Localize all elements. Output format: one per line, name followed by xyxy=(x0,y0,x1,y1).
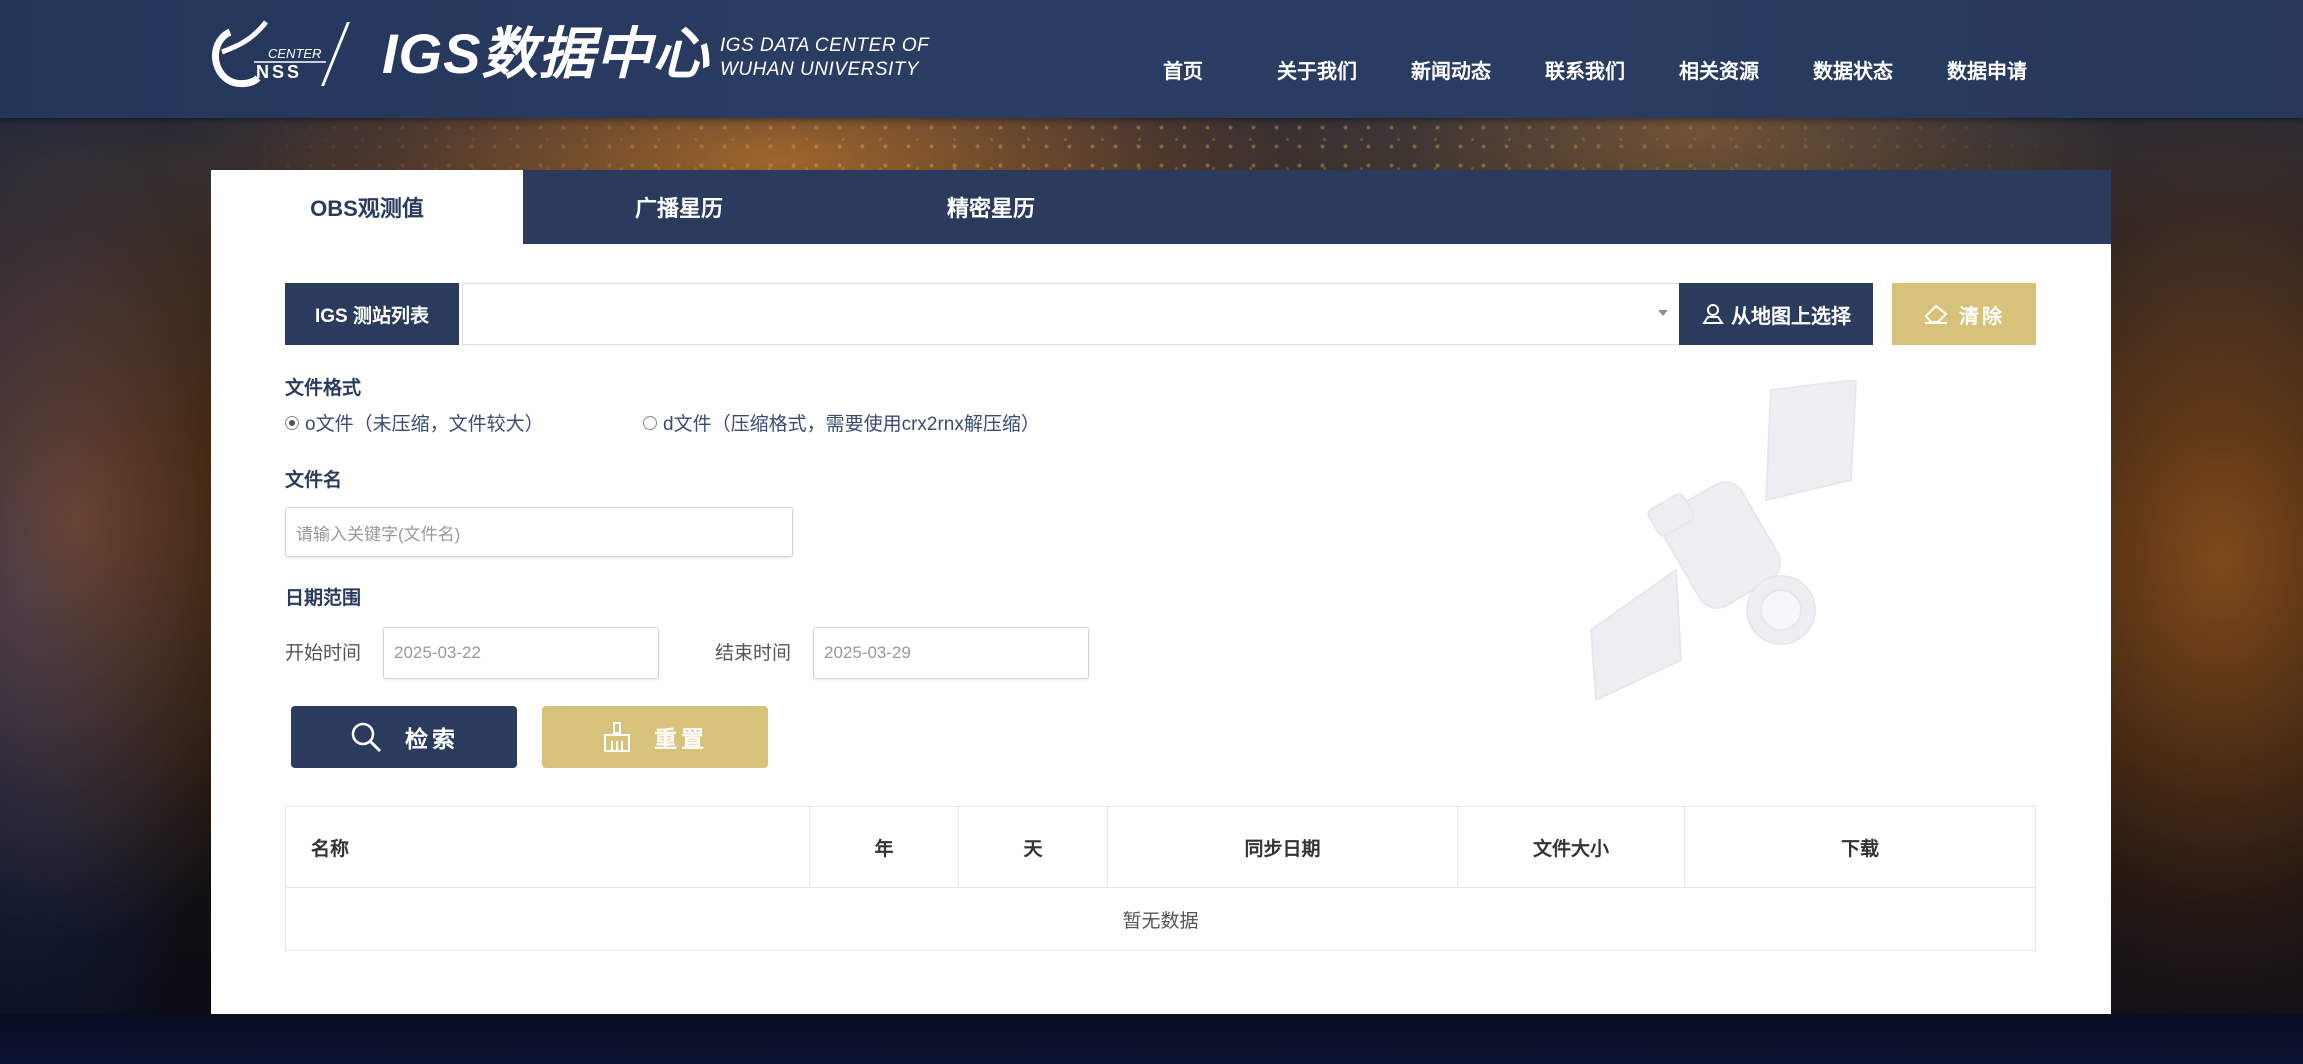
results-table: 名称 年 天 同步日期 文件大小 下载 暂无数据 xyxy=(285,806,2036,951)
nav-contact[interactable]: 联系我们 xyxy=(1518,55,1652,84)
radio-o-file-label: o文件（未压缩，文件较大） xyxy=(305,414,544,435)
background-bottom xyxy=(0,1014,2303,1064)
site-subtitle-line2: WUHAN UNIVERSITY xyxy=(720,59,920,80)
nav-about[interactable]: 关于我们 xyxy=(1250,55,1384,84)
nav-home[interactable]: 首页 xyxy=(1116,55,1250,84)
tab-broadcast-ephemeris[interactable]: 广播星历 xyxy=(523,170,835,244)
radio-d-file-label: d文件（压缩格式，需要使用crx2rnx解压缩） xyxy=(663,414,1040,435)
reset-button-label: 重置 xyxy=(654,726,708,752)
column-download[interactable]: 下载 xyxy=(1685,807,2035,887)
select-from-map-button[interactable]: 从地图上选择 xyxy=(1679,283,1873,345)
table-header: 名称 年 天 同步日期 文件大小 下载 xyxy=(286,807,2035,888)
query-panel: OBS观测值 广播星历 精密星历 IGS 测站列表 从地图上选择 清除 文件格式 xyxy=(211,170,2111,1014)
end-date-input[interactable]: 2025-03-29 xyxy=(813,627,1089,679)
file-name-label: 文件名 xyxy=(285,470,343,491)
end-date-label: 结束时间 xyxy=(715,643,792,664)
file-name-input[interactable]: 请输入关键字(文件名) xyxy=(285,507,793,557)
column-sync-date[interactable]: 同步日期 xyxy=(1108,807,1458,887)
site-subtitle: IGS DATA CENTER OF WUHAN UNIVERSITY xyxy=(720,34,929,82)
search-button-label: 检索 xyxy=(405,726,459,752)
radio-selected-icon xyxy=(285,415,299,430)
site-subtitle-line1: IGS DATA CENTER OF xyxy=(720,35,930,56)
date-range-label: 日期范围 xyxy=(285,588,362,609)
station-select[interactable] xyxy=(462,283,1681,345)
tab-precise-ephemeris[interactable]: 精密星历 xyxy=(835,170,1147,244)
logo-nss-text: NSS xyxy=(256,62,302,82)
chevron-down-icon xyxy=(1658,310,1668,316)
nav-data-request[interactable]: 数据申请 xyxy=(1920,55,2054,84)
column-file-size[interactable]: 文件大小 xyxy=(1458,807,1685,887)
tab-obs[interactable]: OBS观测值 xyxy=(211,170,523,244)
eraser-icon xyxy=(1924,304,1948,324)
start-date-input[interactable]: 2025-03-22 xyxy=(383,627,659,679)
broom-icon xyxy=(604,722,630,752)
satellite-illustration xyxy=(1589,380,1858,700)
logo-center-text: CENTER xyxy=(268,46,321,61)
radio-o-file[interactable]: o文件（未压缩，文件较大） xyxy=(285,409,544,436)
radio-unselected-icon xyxy=(643,415,657,430)
clear-button[interactable]: 清除 xyxy=(1892,283,2036,345)
reset-button[interactable]: 重置 xyxy=(542,706,768,768)
column-day[interactable]: 天 xyxy=(959,807,1108,887)
gnss-logo-icon[interactable]: CENTER NSS xyxy=(208,18,328,90)
main-nav: 首页 关于我们 新闻动态 联系我们 相关资源 数据状态 数据申请 xyxy=(1116,55,2054,84)
data-type-tabs: OBS观测值 广播星历 精密星历 xyxy=(211,170,2111,244)
map-pin-icon xyxy=(1702,304,1724,324)
station-list-label: IGS 测站列表 xyxy=(285,283,459,345)
nav-resources[interactable]: 相关资源 xyxy=(1652,55,1786,84)
select-from-map-label: 从地图上选择 xyxy=(1731,305,1851,328)
radio-d-file[interactable]: d文件（压缩格式，需要使用crx2rnx解压缩） xyxy=(643,409,1040,436)
clear-button-label: 清除 xyxy=(1959,305,2005,328)
file-format-label: 文件格式 xyxy=(285,378,362,399)
empty-state-text: 暂无数据 xyxy=(1122,910,1199,932)
nav-news[interactable]: 新闻动态 xyxy=(1384,55,1518,84)
column-year[interactable]: 年 xyxy=(810,807,959,887)
column-name[interactable]: 名称 xyxy=(286,807,810,887)
nav-data-status[interactable]: 数据状态 xyxy=(1786,55,1920,84)
start-date-label: 开始时间 xyxy=(285,643,362,664)
site-title: IGS数据中心 xyxy=(382,22,710,85)
site-header: CENTER NSS IGS数据中心 IGS DATA CENTER OF WU… xyxy=(0,0,2303,118)
search-icon xyxy=(351,722,382,753)
search-button[interactable]: 检索 xyxy=(291,706,517,768)
